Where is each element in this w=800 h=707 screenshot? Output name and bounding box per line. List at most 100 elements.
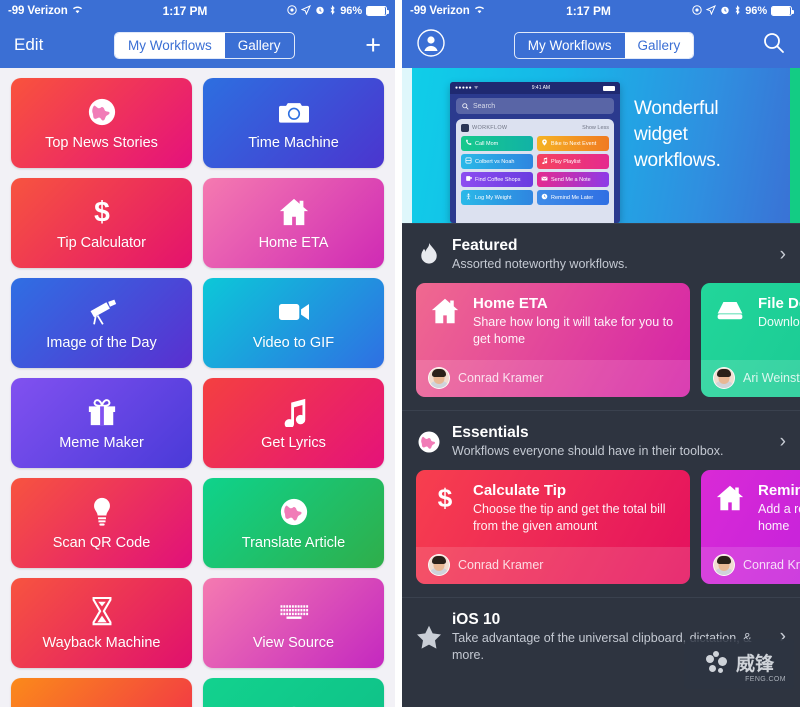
gallery-card-footer: Conrad Kramer <box>701 547 800 584</box>
segment-gallery[interactable]: Gallery <box>225 33 294 58</box>
workflow-tile[interactable]: $ Tip Calculator <box>11 178 192 268</box>
bluetooth-icon <box>734 4 741 18</box>
feng-logo-icon <box>704 651 730 677</box>
mock-widget-chip: Find Coffee Shops <box>461 172 533 187</box>
chevron-right-icon[interactable]: › <box>772 244 786 266</box>
telescope-icon <box>87 295 117 329</box>
house-icon <box>279 195 309 229</box>
watermark-subtext: FENG.COM <box>745 676 786 683</box>
carrier-label: -99 Verizon <box>8 5 68 17</box>
avatar <box>713 554 735 576</box>
cup-icon <box>465 175 473 184</box>
workflow-tile-label: Top News Stories <box>45 135 158 151</box>
workflow-tile[interactable]: Video to GIF <box>203 278 384 368</box>
globe-icon <box>416 429 442 455</box>
wifi-icon <box>474 5 485 18</box>
gallery-card-title: Home ETA <box>473 295 548 313</box>
gallery-card-footer: Conrad Kramer <box>416 360 690 397</box>
workflow-tile[interactable] <box>203 678 384 707</box>
gallery-section: Featured Assorted noteworthy workflows. … <box>402 223 800 410</box>
workflow-tile-label: Get Lyrics <box>261 435 326 451</box>
mock-battery-icon <box>603 85 615 91</box>
workflow-tile[interactable]: Wayback Machine <box>11 578 192 668</box>
status-bar-right: -99 Verizon 1:17 PM 96% <box>402 0 800 22</box>
gallery-card[interactable]: Home ETA Share how long it will take for… <box>416 283 690 397</box>
dollar-icon: $ <box>428 482 462 535</box>
gallery-section-header[interactable]: Essentials Workflows everyone should hav… <box>402 411 800 470</box>
workflow-tile[interactable]: Scan QR Code <box>11 478 192 568</box>
gallery-section-text: Essentials Workflows everyone should hav… <box>452 423 772 460</box>
mock-clock: 9:41 AM <box>531 85 551 91</box>
alarm-clock-icon <box>315 5 325 18</box>
hero-banner[interactable]: ●●●●● ᯤ 9:41 AM Search WORKFLOW Show Les… <box>402 68 800 223</box>
mock-widget-title: WORKFLOW <box>472 125 508 131</box>
watermark-text: 威锋 <box>735 652 774 675</box>
segment-gallery[interactable]: Gallery <box>624 32 694 58</box>
add-workflow-button[interactable]: + <box>365 31 381 59</box>
mock-show-less-button: Show Less <box>582 125 609 131</box>
wifi-icon <box>72 5 83 18</box>
star-icon <box>416 624 442 650</box>
battery-percent-label: 96% <box>340 5 362 17</box>
gallery-card-text: File Download Download a file using a UR… <box>758 295 800 348</box>
clock-icon <box>541 193 548 202</box>
gallery-card-description: Add a reminder for when you arrive home <box>758 502 800 534</box>
workflow-tile-label: Meme Maker <box>59 435 144 451</box>
person-circle-icon[interactable] <box>416 28 446 63</box>
workflow-tile-label: Home ETA <box>258 235 329 251</box>
workflow-tile[interactable]: Time Machine <box>203 78 384 168</box>
clock-label-right: 1:17 PM <box>566 4 611 18</box>
mock-widget-chip-list: Call Mom Bike to Next Event Colbert vs Noa… <box>461 136 609 205</box>
gallery-card[interactable]: Remind at Home Add a reminder for when y… <box>701 470 800 584</box>
workflow-tile[interactable]: Translate Article <box>203 478 384 568</box>
watermark: 威锋 FENG.COM <box>684 639 794 689</box>
mock-search-field: Search <box>456 98 614 114</box>
do-not-disturb-icon <box>692 4 702 18</box>
svg-text:$: $ <box>94 197 110 227</box>
workflow-tile[interactable]: View Source <box>203 578 384 668</box>
mock-widget-chip-label: Remind Me Later <box>551 194 594 201</box>
gallery-section: Essentials Workflows everyone should hav… <box>402 410 800 597</box>
music-note-icon <box>279 395 309 429</box>
status-bar-carrier-group-right: -99 Verizon <box>410 5 485 18</box>
workflow-tile[interactable]: Top News Stories <box>11 78 192 168</box>
segmented-control-left[interactable]: My Workflows Gallery <box>113 31 295 59</box>
workflow-tile[interactable]: Home ETA <box>203 178 384 268</box>
do-not-disturb-icon <box>287 4 297 18</box>
gallery-card-body: Remind at Home Add a reminder for when y… <box>701 470 800 547</box>
status-bar-left: -99 Verizon 1:17 PM 96% <box>0 0 395 22</box>
search-icon[interactable] <box>762 31 786 60</box>
edit-button[interactable]: Edit <box>14 35 43 55</box>
segment-my-workflows[interactable]: My Workflows <box>515 33 625 58</box>
mock-widget-chip-label: Call Mom <box>475 140 499 147</box>
pin-icon <box>541 139 548 148</box>
mock-widget-chip: Send Me a Note <box>537 172 609 187</box>
gallery-section-header[interactable]: Featured Assorted noteworthy workflows. … <box>402 224 800 283</box>
chevron-right-icon[interactable]: › <box>772 431 786 453</box>
gallery-card-author: Conrad Kramer <box>458 558 544 572</box>
hero-right-strip <box>790 68 800 223</box>
left-phone-screen: -99 Verizon 1:17 PM 96% Edit My Workflow… <box>0 0 395 707</box>
carrier-label-right: -99 Verizon <box>410 5 470 17</box>
gallery-card-title: File Download <box>758 295 800 313</box>
workflow-tile[interactable]: Image of the Day <box>11 278 192 368</box>
workflow-tile[interactable] <box>11 678 192 707</box>
status-bar-carrier-group: -99 Verizon <box>8 5 83 18</box>
tv-icon <box>465 157 472 166</box>
gallery-card-footer: Ari Weinstein <box>701 360 800 397</box>
gallery-card[interactable]: File Download Download a file using a UR… <box>701 283 800 397</box>
gallery-sections: Featured Assorted noteworthy workflows. … <box>402 223 800 674</box>
workflow-tile[interactable]: Meme Maker <box>11 378 192 468</box>
gallery-card-text: Remind at Home Add a reminder for when y… <box>758 482 800 535</box>
gallery-card-row: Home ETA Share how long it will take for… <box>402 283 800 410</box>
workflow-app-icon <box>461 124 469 132</box>
segment-my-workflows[interactable]: My Workflows <box>114 32 225 58</box>
bluetooth-icon <box>329 4 336 18</box>
segmented-control-right[interactable]: My Workflows Gallery <box>513 31 695 59</box>
mock-widget-chip: Log My Weight <box>461 190 533 205</box>
gallery-card[interactable]: $ Calculate Tip Choose the tip and get t… <box>416 470 690 584</box>
battery-icon <box>771 6 794 16</box>
workflow-tile[interactable]: Get Lyrics <box>203 378 384 468</box>
camera-icon <box>87 703 117 707</box>
globe-icon <box>279 703 309 707</box>
